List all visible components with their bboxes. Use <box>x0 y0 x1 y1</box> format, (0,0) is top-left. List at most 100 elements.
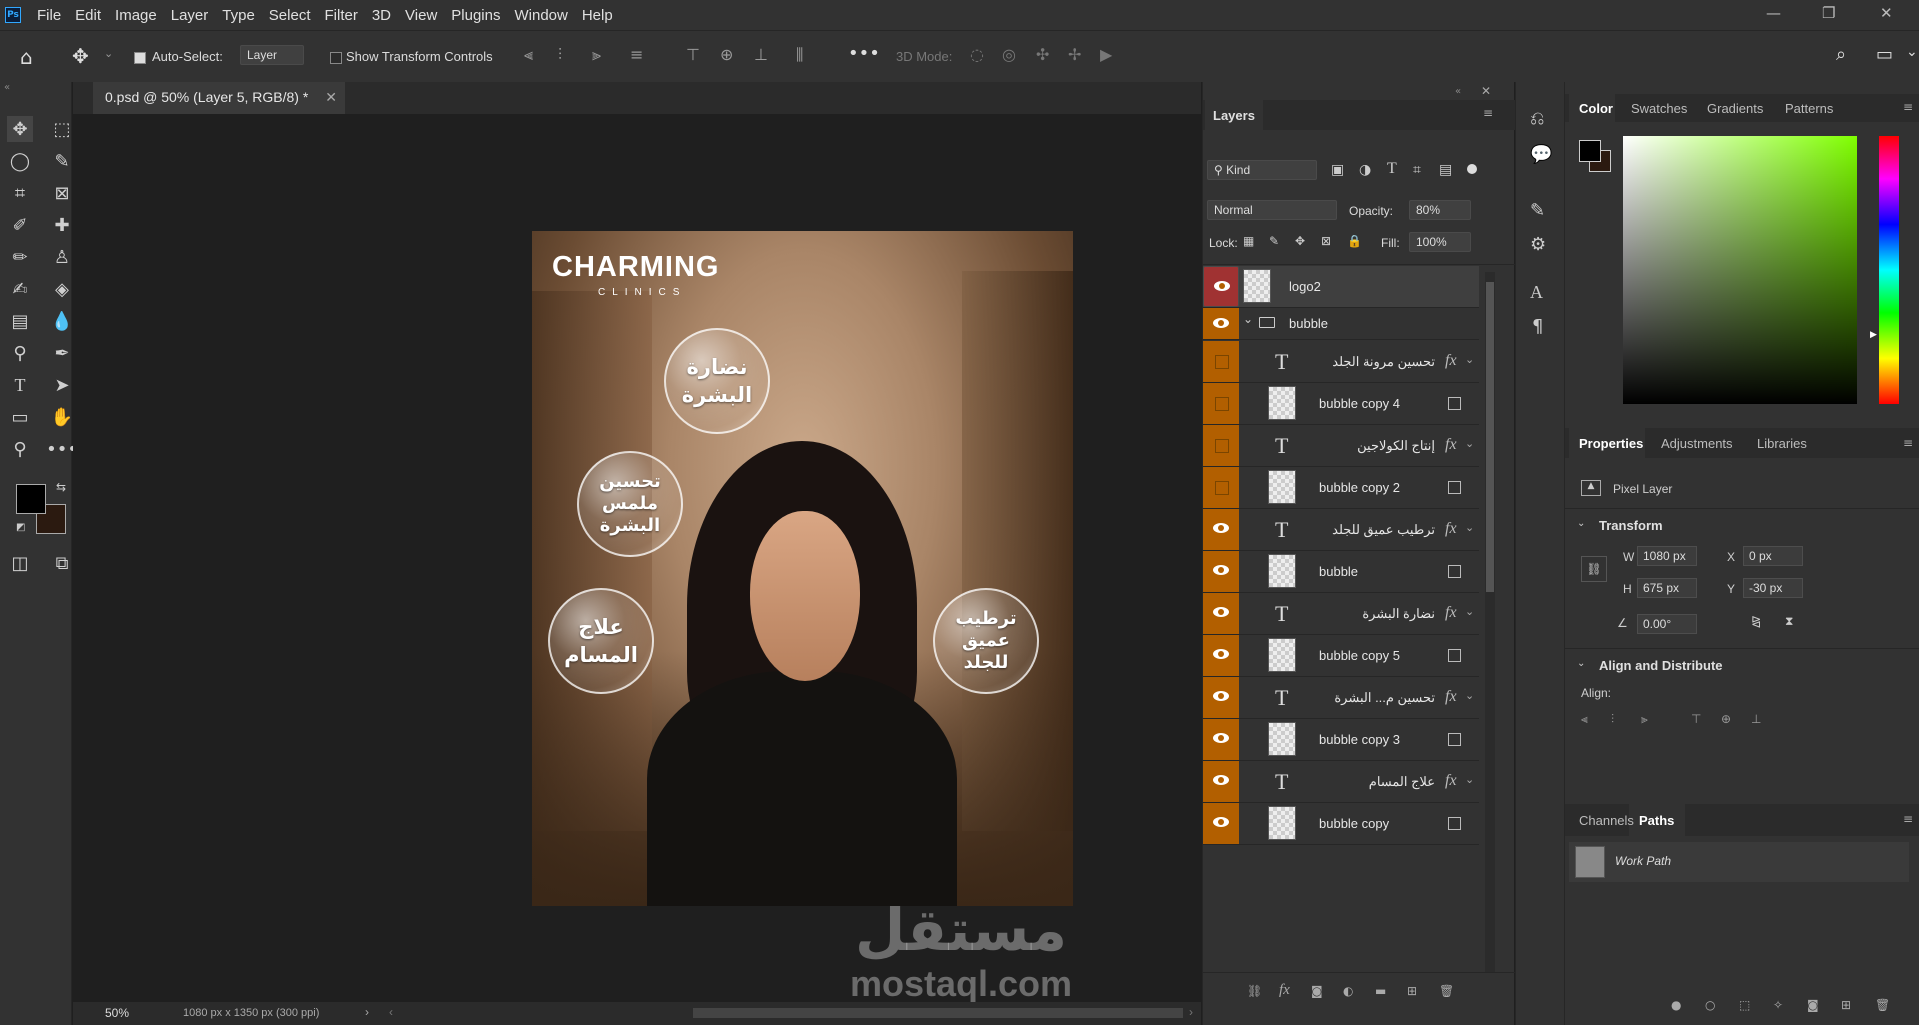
tab-libraries[interactable]: Libraries <box>1757 436 1807 451</box>
tab-patterns[interactable]: Patterns <box>1785 101 1833 116</box>
brush-tool-icon[interactable]: ✏ <box>7 244 33 270</box>
history-panel-icon[interactable]: ⎌ <box>1530 108 1544 129</box>
layer-effects-icon[interactable]: fx <box>1445 772 1457 790</box>
effects-expand-icon[interactable]: ⌄ <box>1465 521 1474 534</box>
layer-effects-icon[interactable]: fx <box>1445 604 1457 622</box>
hue-slider[interactable] <box>1879 136 1899 404</box>
layer-row[interactable]: bubble copy 4 <box>1203 383 1479 425</box>
lock-pixels-icon[interactable]: ✎ <box>1269 234 1279 248</box>
align-left-edges-icon[interactable]: ⫷ <box>1581 712 1588 727</box>
transform-title[interactable]: Transform <box>1599 518 1663 533</box>
quick-select-tool-icon[interactable]: ✎ <box>49 148 75 174</box>
frame-tool-icon[interactable]: ⊠ <box>49 180 75 206</box>
collapse-panel-icon[interactable]: « <box>1455 86 1461 97</box>
visibility-toggle[interactable] <box>1203 467 1239 508</box>
visibility-toggle[interactable] <box>1203 593 1239 634</box>
visibility-toggle[interactable] <box>1203 383 1239 424</box>
search-icon[interactable]: ⌕ <box>1836 44 1846 65</box>
align-right-icon[interactable]: ⫸ <box>592 45 601 65</box>
link-dimensions-icon[interactable]: ⛓ <box>1581 556 1607 582</box>
align-middle-icon[interactable]: ⊕ <box>720 45 733 64</box>
type-tool-icon[interactable]: T <box>7 372 33 398</box>
status-arrow-icon[interactable]: › <box>365 1005 369 1019</box>
align-collapse-icon[interactable]: ⌄ <box>1577 658 1585 669</box>
align-bottom-edges-icon[interactable]: ⊥ <box>1751 712 1761 726</box>
layer-row-text[interactable]: Tfx ⌄ إنتاج الكولاجين <box>1203 425 1479 467</box>
move-tool-icon[interactable]: ✥ <box>72 44 89 68</box>
panel-menu-icon[interactable]: ≡ <box>1483 106 1493 120</box>
color-field[interactable] <box>1623 136 1857 404</box>
clone-stamp-tool-icon[interactable]: ♙ <box>49 244 75 270</box>
foreground-color-swatch[interactable] <box>16 484 46 514</box>
layer-row[interactable]: bubble copy 5 <box>1203 635 1479 677</box>
path-to-selection-icon[interactable]: ⬚ <box>1739 998 1750 1012</box>
filter-type-icon[interactable]: T <box>1387 160 1397 178</box>
minimize-icon[interactable]: — <box>1766 4 1781 22</box>
lock-position-icon[interactable]: ✥ <box>1295 234 1305 248</box>
group-expand-icon[interactable]: ⌄ <box>1243 312 1253 326</box>
paragraph-panel-icon[interactable]: ¶ <box>1532 316 1543 337</box>
blur-tool-icon[interactable]: 💧 <box>49 308 75 334</box>
workspace-icon[interactable]: ▭ <box>1876 44 1893 65</box>
3d-camera-icon[interactable]: ▶ <box>1100 45 1112 64</box>
horizontal-scrollbar[interactable] <box>693 1008 1183 1018</box>
flip-horizontal-icon[interactable]: ⧎ <box>1751 614 1761 628</box>
tab-channels[interactable]: Channels <box>1579 813 1634 828</box>
adjustment-layer-icon[interactable]: ◐ <box>1343 984 1353 998</box>
align-top-edges-icon[interactable]: ⊤ <box>1691 712 1701 726</box>
layer-row-text[interactable]: Tfx ⌄ ترطيب عميق للجلد <box>1203 509 1479 551</box>
layer-row-text[interactable]: Tfx ⌄ تحسين م... البشرة <box>1203 677 1479 719</box>
new-layer-icon[interactable]: ⊞ <box>1407 984 1417 998</box>
delete-layer-icon[interactable]: 🗑 <box>1439 984 1454 998</box>
3d-pan-icon[interactable]: ✣ <box>1036 45 1049 64</box>
visibility-toggle[interactable] <box>1203 677 1239 718</box>
crop-tool-icon[interactable]: ⌗ <box>7 180 33 206</box>
layer-row[interactable]: logo2 <box>1203 266 1479 308</box>
blend-mode-dropdown[interactable]: Normal <box>1207 200 1337 220</box>
distribute-icon[interactable]: ≡ <box>630 45 643 64</box>
auto-select-checkbox[interactable] <box>134 51 146 64</box>
3d-roll-icon[interactable]: ◎ <box>1002 45 1016 64</box>
filter-toggle-icon[interactable] <box>1467 164 1477 174</box>
new-group-icon[interactable]: ▬ <box>1375 984 1386 998</box>
visibility-toggle[interactable] <box>1203 803 1239 844</box>
layer-row-text[interactable]: Tfx ⌄ تحسين مرونة الجلد <box>1203 341 1479 383</box>
home-icon[interactable]: ⌂ <box>20 45 33 69</box>
layer-row[interactable]: bubble copy 3 <box>1203 719 1479 761</box>
menu-help[interactable]: Help <box>582 7 613 24</box>
menu-window[interactable]: Window <box>514 7 567 24</box>
restore-icon[interactable]: ❐ <box>1822 4 1835 22</box>
hue-marker-icon[interactable]: ▶ <box>1870 330 1877 340</box>
fill-path-icon[interactable]: ● <box>1671 998 1681 1012</box>
menu-3d[interactable]: 3D <box>372 7 391 24</box>
add-path-mask-icon[interactable]: ◙ <box>1807 998 1819 1012</box>
document-info[interactable]: 1080 px x 1350 px (300 ppi) <box>183 1007 319 1019</box>
layer-effects-icon[interactable]: fx <box>1445 352 1457 370</box>
filter-smart-object-icon[interactable]: ▤ <box>1439 162 1452 178</box>
layer-effects-icon[interactable]: fx <box>1445 436 1457 454</box>
effects-expand-icon[interactable]: ⌄ <box>1465 353 1474 366</box>
eraser-tool-icon[interactable]: ◈ <box>49 276 75 302</box>
visibility-toggle[interactable] <box>1203 635 1239 676</box>
pen-tool-icon[interactable]: ✒ <box>49 340 75 366</box>
layers-scrollbar[interactable] <box>1485 272 1495 972</box>
layer-style-icon[interactable]: fx <box>1279 982 1290 999</box>
height-field[interactable]: 675 px <box>1637 578 1697 598</box>
move-tool-icon[interactable]: ✥ <box>7 116 33 142</box>
transform-controls-checkbox[interactable] <box>330 51 342 64</box>
layer-effects-icon[interactable]: fx <box>1445 520 1457 538</box>
auto-select-dropdown[interactable]: Layer <box>240 45 304 65</box>
layers-tab[interactable]: Layers <box>1213 108 1255 123</box>
3d-slide-icon[interactable]: ✢ <box>1068 45 1081 64</box>
character-panel-icon[interactable]: A <box>1530 282 1543 303</box>
lock-all-icon[interactable]: 🔒 <box>1347 234 1362 248</box>
effects-expand-icon[interactable]: ⌄ <box>1465 605 1474 618</box>
opacity-field[interactable]: 80% <box>1409 200 1471 220</box>
layer-row[interactable]: bubble copy 2 <box>1203 467 1479 509</box>
chevron-down-icon[interactable]: ⌄ <box>104 47 113 60</box>
paths-menu-icon[interactable]: ≡ <box>1903 812 1913 826</box>
history-brush-tool-icon[interactable]: ✍ <box>7 276 33 302</box>
align-horizontal-centers-icon[interactable]: ⫶ <box>1611 712 1614 727</box>
color-panel-menu-icon[interactable]: ≡ <box>1903 100 1913 114</box>
align-center-icon[interactable]: ⫶ <box>558 45 562 65</box>
